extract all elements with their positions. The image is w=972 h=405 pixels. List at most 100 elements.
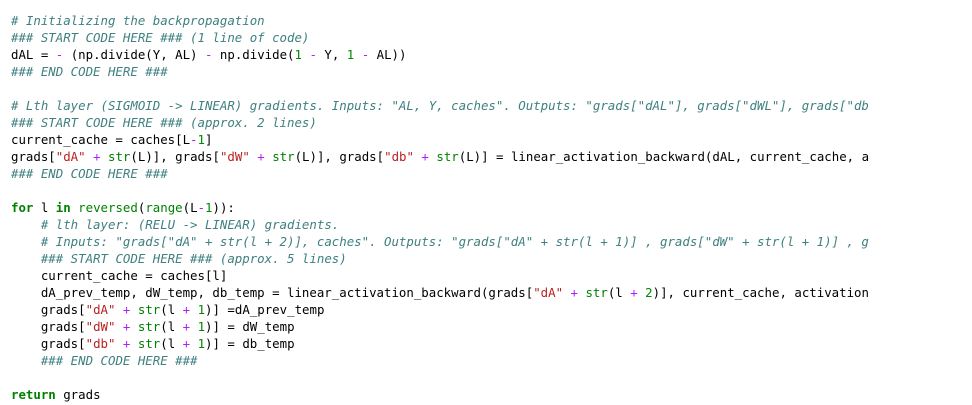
code-builtin: str bbox=[272, 149, 295, 164]
code-number: 1 bbox=[197, 302, 206, 317]
code-line[interactable]: # Initializing the backpropagation bbox=[11, 12, 869, 29]
code-text: (L)], grads[ bbox=[294, 149, 385, 164]
code-comment: ### END CODE HERE ### bbox=[11, 166, 168, 181]
code-builtin: str bbox=[137, 319, 161, 334]
code-editor[interactable]: # Initializing the backpropagation ### ST… bbox=[0, 0, 972, 405]
code-operator: + bbox=[257, 149, 265, 164]
code-operator: + bbox=[570, 285, 578, 300]
code-text: Y, bbox=[316, 47, 347, 62]
code-builtin: range bbox=[145, 200, 183, 215]
code-operator: + bbox=[93, 149, 101, 164]
code-text: current_cache = caches[l] bbox=[11, 268, 228, 283]
code-string: "dA" bbox=[85, 302, 116, 317]
code-line[interactable]: ### START CODE HERE ### (approx. 5 lines… bbox=[11, 250, 869, 267]
code-keyword: in bbox=[55, 200, 71, 215]
code-text: (l bbox=[160, 302, 183, 317]
code-line[interactable]: ​ bbox=[11, 80, 869, 97]
code-line[interactable]: ### START CODE HERE ### (approx. 2 lines… bbox=[11, 114, 869, 131]
code-text: (l bbox=[160, 319, 183, 334]
code-line[interactable]: return grads bbox=[11, 386, 869, 403]
code-keyword: return bbox=[11, 387, 56, 402]
code-cell[interactable]: # Initializing the backpropagation ### ST… bbox=[11, 12, 869, 403]
code-comment: # Initializing the backpropagation bbox=[11, 13, 265, 28]
code-comment: ### END CODE HERE ### bbox=[11, 64, 168, 79]
code-text: dA_prev_temp, dW_temp, db_temp = linear_… bbox=[11, 285, 534, 300]
code-string: "dW" bbox=[219, 149, 250, 164]
code-line[interactable]: current_cache = caches[L-1] bbox=[11, 131, 869, 148]
code-number: 1 bbox=[197, 132, 205, 147]
code-comment: # Lth layer (SIGMOID -> LINEAR) gradient… bbox=[11, 98, 869, 113]
code-text: AL)) bbox=[369, 47, 407, 62]
code-comment: ### START CODE HERE ### (approx. 2 lines… bbox=[11, 115, 317, 130]
code-number: 2 bbox=[645, 285, 653, 300]
code-operator: + bbox=[630, 285, 638, 300]
code-line[interactable]: # Inputs: "grads["dA" + str(l + 2)], cac… bbox=[11, 233, 869, 250]
code-line[interactable]: ### END CODE HERE ### bbox=[11, 63, 869, 80]
code-line[interactable]: # Lth layer (SIGMOID -> LINEAR) gradient… bbox=[11, 97, 869, 114]
code-line[interactable]: ​ bbox=[11, 182, 869, 199]
code-text: )] = db_temp bbox=[205, 336, 295, 351]
code-line[interactable]: ​ bbox=[11, 369, 869, 386]
code-number: 1 bbox=[197, 319, 206, 334]
code-builtin: str bbox=[585, 285, 608, 300]
code-builtin: str bbox=[137, 336, 161, 351]
code-text: (L bbox=[182, 200, 198, 215]
code-text: )], current_cache, activation bbox=[652, 285, 869, 300]
code-line[interactable]: dAL = - (np.divide(Y, AL) - np.divide(1 … bbox=[11, 46, 869, 63]
code-text: (np.divide(Y, AL) bbox=[63, 47, 205, 62]
code-line[interactable]: ### END CODE HERE ### bbox=[11, 165, 869, 182]
code-operator: - bbox=[309, 47, 317, 62]
code-keyword: for bbox=[11, 200, 34, 215]
code-comment: ### END CODE HERE ### bbox=[40, 353, 198, 368]
code-number: 1 bbox=[197, 336, 206, 351]
code-string: "db" bbox=[85, 336, 116, 351]
code-line[interactable]: ### START CODE HERE ### (1 line of code) bbox=[11, 29, 869, 46]
code-line[interactable]: grads["db" + str(l + 1)] = db_temp bbox=[11, 335, 869, 352]
code-number: 1 bbox=[294, 47, 302, 62]
code-text: (l bbox=[160, 336, 183, 351]
code-operator: + bbox=[182, 336, 191, 351]
code-text: )] = dW_temp bbox=[205, 319, 295, 334]
code-line[interactable]: grads["dW" + str(l + 1)] = dW_temp bbox=[11, 318, 869, 335]
code-line[interactable]: for l in reversed(range(L-1)): bbox=[11, 199, 869, 216]
code-line[interactable]: # lth layer: (RELU -> LINEAR) gradients. bbox=[11, 216, 869, 233]
code-line[interactable]: dA_prev_temp, dW_temp, db_temp = linear_… bbox=[11, 284, 869, 301]
code-builtin: str bbox=[108, 149, 131, 164]
code-text: grads bbox=[55, 387, 101, 402]
code-text: (L)] = linear_activation_backward(dAL, c… bbox=[458, 149, 870, 164]
code-text: grads[ bbox=[11, 319, 86, 334]
code-string: "dW" bbox=[85, 319, 116, 334]
code-text: grads[ bbox=[11, 336, 86, 351]
code-operator: - bbox=[190, 132, 198, 147]
code-text: dAL = bbox=[11, 47, 56, 62]
code-builtin: str bbox=[436, 149, 459, 164]
code-string: "dA" bbox=[533, 285, 564, 300]
code-line[interactable]: grads["dA" + str(l + 1)] =dA_prev_temp bbox=[11, 301, 869, 318]
code-text: (L)], grads[ bbox=[130, 149, 220, 164]
code-text: )): bbox=[212, 200, 235, 215]
code-text: current_cache = caches[L bbox=[11, 132, 191, 147]
code-text: l bbox=[33, 200, 56, 215]
code-text: grads[ bbox=[11, 149, 56, 164]
code-line[interactable]: grads["dA" + str(L)], grads["dW" + str(L… bbox=[11, 148, 869, 165]
code-comment: # lth layer: (RELU -> LINEAR) gradients. bbox=[40, 217, 340, 232]
code-line[interactable]: current_cache = caches[l] bbox=[11, 267, 869, 284]
code-string: "dA" bbox=[55, 149, 86, 164]
code-line[interactable]: ### END CODE HERE ### bbox=[11, 352, 869, 369]
code-text: np.divide( bbox=[212, 47, 295, 62]
